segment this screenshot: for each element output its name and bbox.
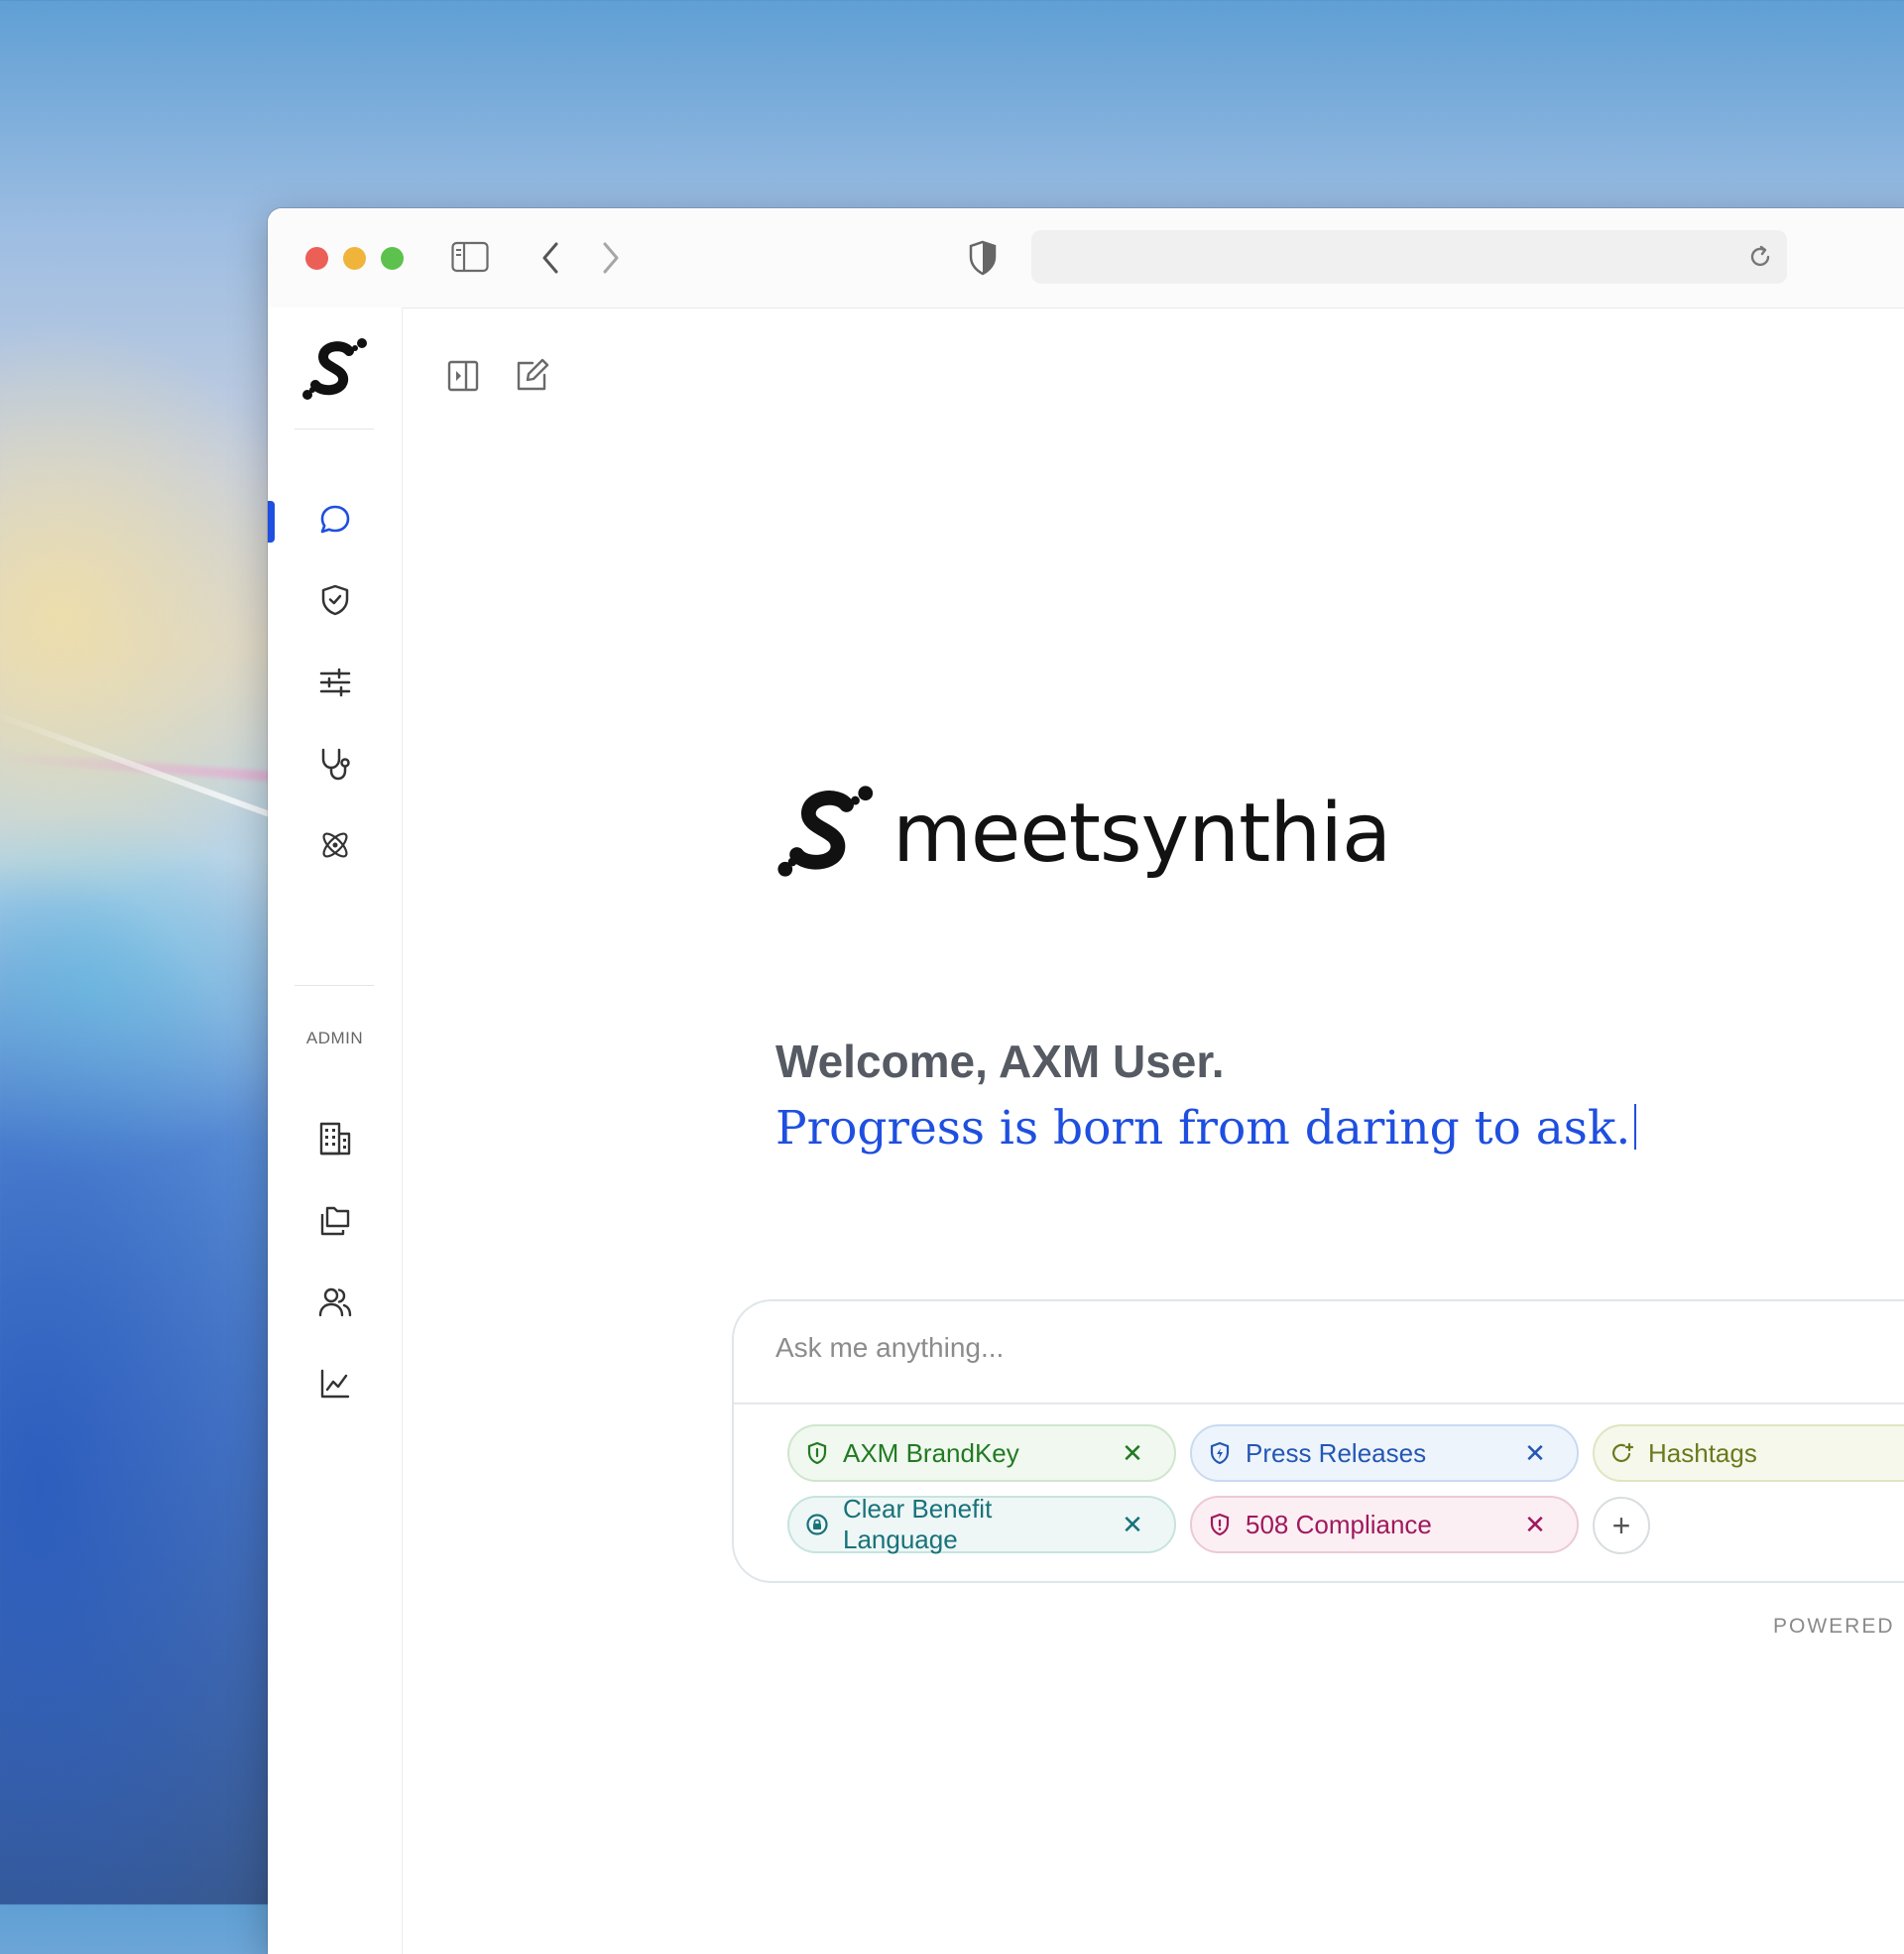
- minimize-window-button[interactable]: [343, 247, 366, 270]
- context-chip[interactable]: AXM BrandKey ✕: [787, 1424, 1176, 1482]
- chip-label: Clear Benefit Language: [843, 1494, 993, 1554]
- nav-brand-safety[interactable]: [315, 582, 355, 622]
- shield-bolt-icon: [1208, 1441, 1232, 1465]
- nav-documents[interactable]: [315, 1203, 355, 1243]
- new-chat-icon[interactable]: [515, 357, 550, 398]
- sidebar-divider: [295, 985, 374, 986]
- shield-icon: [805, 1441, 829, 1465]
- reload-icon[interactable]: [1747, 244, 1773, 275]
- text-cursor: [1634, 1104, 1637, 1150]
- forward-arrow-icon[interactable]: [601, 241, 621, 280]
- building-icon: [317, 1121, 353, 1161]
- shield-alert-icon: [1208, 1513, 1232, 1536]
- atom-icon: [317, 827, 353, 868]
- chip-label: 508 Compliance: [1246, 1509, 1432, 1539]
- composer-divider: [734, 1403, 1904, 1404]
- brand-logo: meetsynthia: [774, 784, 1391, 884]
- back-arrow-icon[interactable]: [540, 241, 560, 280]
- wallpaper-streak-light: [0, 709, 290, 824]
- browser-window: ADMIN meetsynthia Welcome, AXM User. Pro…: [268, 208, 1904, 1954]
- nav-settings[interactable]: [315, 665, 355, 704]
- expand-panel-icon[interactable]: [446, 359, 480, 398]
- nav-health[interactable]: [315, 746, 355, 786]
- nav-analytics[interactable]: [315, 1366, 355, 1405]
- remove-chip-button[interactable]: ✕: [1113, 1510, 1152, 1540]
- chip-label: AXM BrandKey: [843, 1437, 1019, 1468]
- users-icon: [317, 1284, 353, 1325]
- synthia-logo-icon: [774, 784, 879, 884]
- context-chip[interactable]: 508 Compliance ✕: [1190, 1496, 1579, 1553]
- folders-icon: [318, 1204, 352, 1243]
- nav-chat[interactable]: [315, 502, 355, 542]
- chip-label: Hashtags: [1648, 1437, 1757, 1468]
- close-window-button[interactable]: [305, 247, 328, 270]
- powered-by-label: POWERED B: [1773, 1615, 1904, 1638]
- admin-section-label: ADMIN: [305, 1029, 364, 1047]
- chat-input[interactable]: [774, 1331, 1670, 1365]
- remove-chip-button[interactable]: ✕: [1113, 1438, 1152, 1469]
- context-chip[interactable]: Press Releases ✕: [1190, 1424, 1579, 1482]
- refresh-plus-icon: [1610, 1441, 1634, 1465]
- address-bar[interactable]: [1031, 230, 1787, 284]
- tagline-label: Progress is born from daring to ask.: [775, 1101, 1631, 1156]
- nav-users[interactable]: [315, 1284, 355, 1324]
- remove-chip-button[interactable]: ✕: [1515, 1438, 1555, 1469]
- brand-name: meetsynthia: [892, 787, 1391, 881]
- nav-organization[interactable]: [315, 1121, 355, 1160]
- sidebar-toggle-icon[interactable]: [451, 241, 489, 278]
- privacy-shield-icon[interactable]: [968, 240, 998, 281]
- add-chip-button[interactable]: +: [1593, 1497, 1650, 1554]
- sliders-icon: [318, 666, 352, 704]
- browser-titlebar: [268, 208, 1904, 308]
- chat-bubble-icon: [318, 503, 352, 542]
- context-chip[interactable]: Hashtags: [1593, 1424, 1904, 1482]
- maximize-window-button[interactable]: [381, 247, 404, 270]
- active-nav-indicator: [268, 501, 275, 543]
- line-chart-icon: [318, 1367, 352, 1405]
- context-chip[interactable]: Clear Benefit Language ✕: [787, 1494, 1176, 1554]
- app-sidebar: ADMIN: [268, 307, 403, 1954]
- nav-science[interactable]: [315, 827, 355, 867]
- tagline-text: Progress is born from daring to ask.: [775, 1101, 1637, 1156]
- welcome-heading: Welcome, AXM User.: [775, 1036, 1225, 1087]
- lock-badge-icon: [805, 1513, 829, 1536]
- chip-label: Press Releases: [1246, 1437, 1427, 1468]
- synthia-logo-icon[interactable]: [299, 337, 371, 406]
- stethoscope-icon: [317, 746, 353, 787]
- shield-check-icon: [319, 583, 351, 622]
- remove-chip-button[interactable]: ✕: [1515, 1510, 1555, 1540]
- sidebar-divider: [295, 428, 374, 429]
